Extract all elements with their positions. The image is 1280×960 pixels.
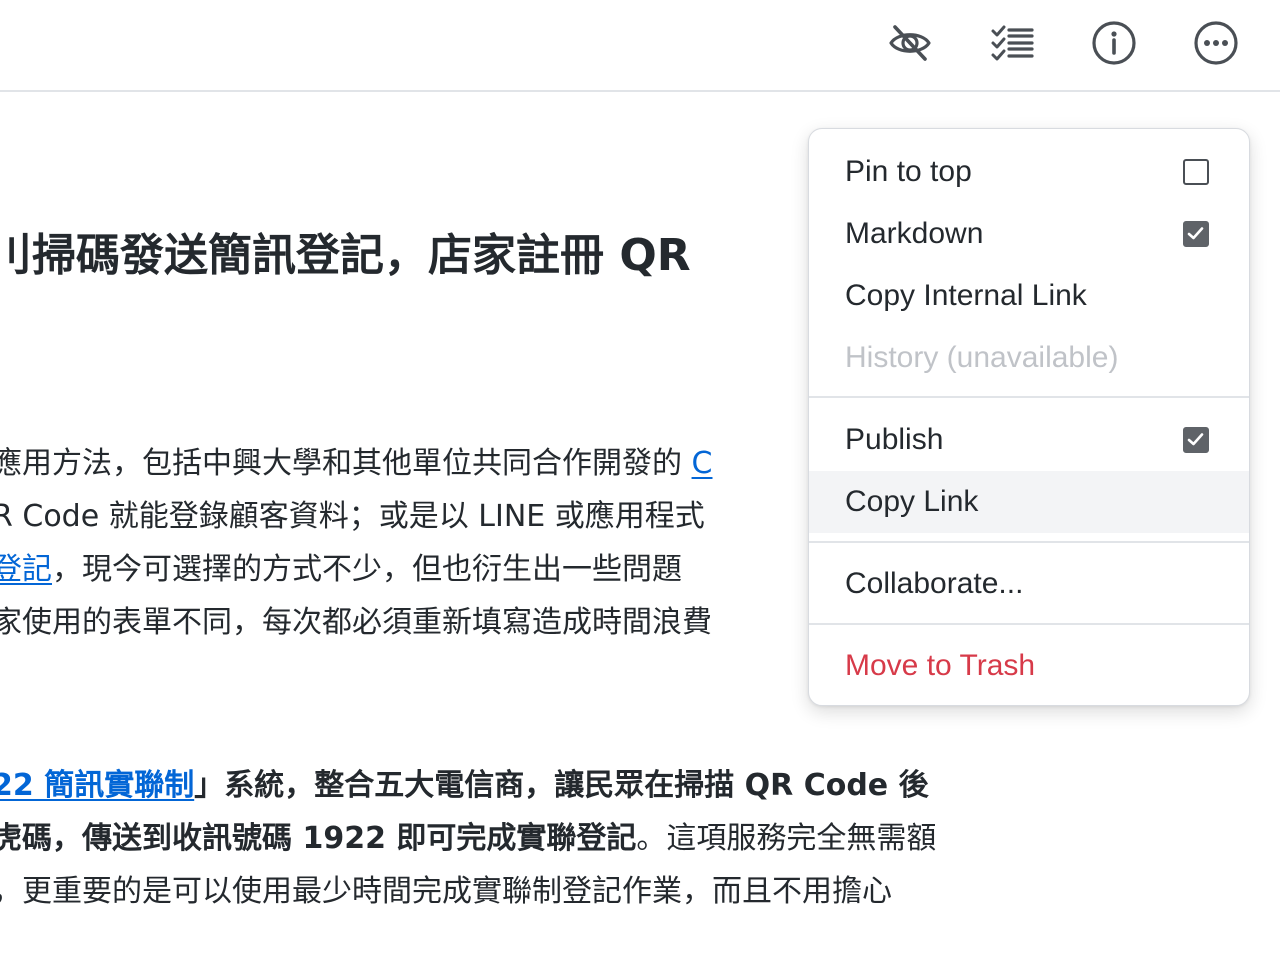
paragraph-line: 虎碼，傳送到收訊號碼 1922 即可完成實聯登記。這項服務完全無需額	[0, 821, 937, 856]
menu-item-label: Publish	[845, 423, 944, 456]
paragraph-line: 22 簡訊實聯制」系統，整合五大電信商，讓民眾在掃描 QR Code 後	[0, 759, 936, 812]
article-link[interactable]: 登記	[0, 552, 52, 587]
menu-divider	[809, 623, 1249, 625]
menu-item-copy-internal-link[interactable]: Copy Internal Link	[809, 265, 1249, 327]
menu-item-label: Pin to top	[845, 155, 972, 188]
top-toolbar	[0, 0, 1280, 92]
menu-item-label: Move to Trash	[845, 649, 1036, 682]
checklist-icon[interactable]	[990, 20, 1036, 66]
paragraph-line: 家使用的表單不同，每次都必須重新填寫造成時間浪費	[0, 605, 712, 640]
menu-divider	[809, 396, 1249, 398]
menu-item-label: Copy Internal Link	[845, 279, 1087, 312]
checkbox-checked-icon[interactable]	[1183, 427, 1209, 453]
article-title: 刂掃碼發送簡訊登記，店家註冊 QR	[0, 230, 691, 281]
article-paragraph-1: 應用方法，包括中興大學和其他單位共同合作開發的 C R Code 就能登錄顧客資…	[0, 437, 713, 649]
paragraph-line: ，更重要的是可以使用最少時間完成實聯制登記作業，而且不用擔心	[0, 874, 892, 909]
menu-divider	[809, 541, 1249, 543]
article-link[interactable]: C	[692, 446, 713, 481]
menu-item-copy-link[interactable]: Copy Link	[809, 471, 1249, 533]
checkbox-unchecked-icon[interactable]	[1183, 159, 1209, 185]
menu-item-publish[interactable]: Publish	[809, 409, 1249, 471]
menu-item-label: History (unavailable)	[845, 341, 1119, 374]
eye-slash-icon[interactable]	[887, 20, 933, 66]
menu-item-history: History (unavailable)	[809, 327, 1249, 389]
menu-item-collaborate[interactable]: Collaborate...	[809, 553, 1249, 615]
menu-item-pin-to-top[interactable]: Pin to top	[809, 141, 1249, 203]
paragraph-line: R Code 就能登錄顧客資料；或是以 LINE 或應用程式	[0, 499, 705, 534]
menu-item-markdown[interactable]: Markdown	[809, 203, 1249, 265]
paragraph-line: 登記，現今可選擇的方式不少，但也衍生出一些問題	[0, 543, 713, 596]
article-link[interactable]: 22 簡訊實聯制	[0, 768, 194, 803]
article-paragraph-2: 22 簡訊實聯制」系統，整合五大電信商，讓民眾在掃描 QR Code 後 虎碼，…	[0, 759, 936, 918]
paragraph-line: 應用方法，包括中興大學和其他單位共同合作開發的 C	[0, 446, 713, 481]
checkbox-checked-icon[interactable]	[1183, 221, 1209, 247]
menu-item-label: Copy Link	[845, 485, 979, 518]
options-dropdown-menu: Pin to top Markdown Copy Internal Link H…	[808, 128, 1250, 706]
menu-item-label: Markdown	[845, 217, 984, 250]
menu-item-move-to-trash[interactable]: Move to Trash	[809, 635, 1249, 697]
more-horizontal-icon[interactable]	[1193, 20, 1239, 66]
menu-item-label: Collaborate...	[845, 567, 1024, 600]
info-icon[interactable]	[1091, 20, 1137, 66]
